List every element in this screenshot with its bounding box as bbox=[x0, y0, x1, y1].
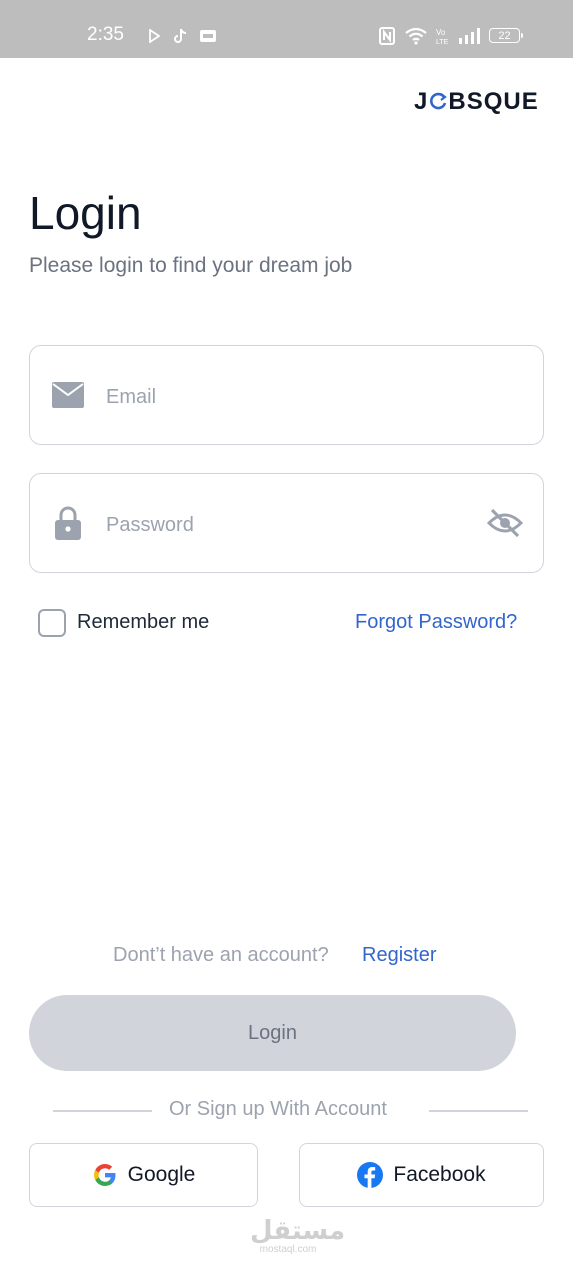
divider-line-right bbox=[429, 1110, 528, 1112]
login-button[interactable]: Login bbox=[29, 995, 516, 1071]
logo-o-icon bbox=[428, 88, 448, 116]
register-link[interactable]: Register bbox=[362, 944, 436, 967]
volte-icon: Vo LTE bbox=[435, 26, 449, 46]
google-button[interactable]: Google bbox=[29, 1143, 258, 1207]
mail-icon bbox=[50, 378, 86, 412]
watermark-arabic: مستقل bbox=[250, 1216, 346, 1246]
password-field[interactable] bbox=[29, 473, 544, 573]
play-icon bbox=[147, 26, 161, 46]
status-bar: 2:35 Vo LTE 22 bbox=[0, 0, 573, 58]
gallery-icon bbox=[199, 26, 217, 46]
logo-text-start: J bbox=[414, 88, 429, 115]
remember-label: Remember me bbox=[77, 611, 210, 633]
nfc-icon bbox=[378, 26, 396, 46]
remember-checkbox[interactable] bbox=[38, 609, 66, 637]
app-logo: J BSQUE bbox=[414, 88, 539, 116]
svg-text:Vo: Vo bbox=[436, 28, 446, 37]
wifi-icon bbox=[404, 26, 428, 46]
divider-text: Or Sign up With Account bbox=[169, 1098, 387, 1120]
watermark-latin: mostaql.com bbox=[259, 1244, 317, 1255]
watermark: مستقل mostaql.com bbox=[250, 1216, 346, 1256]
battery-icon: 22 bbox=[489, 28, 523, 43]
facebook-label: Facebook bbox=[393, 1163, 486, 1186]
tiktok-icon bbox=[172, 26, 188, 46]
logo-text-end: BSQUE bbox=[448, 88, 539, 115]
status-time: 2:35 bbox=[87, 24, 124, 45]
forgot-password-link[interactable]: Forgot Password? bbox=[355, 611, 517, 634]
email-field[interactable] bbox=[29, 345, 544, 445]
password-input[interactable] bbox=[104, 504, 468, 546]
facebook-button[interactable]: Facebook bbox=[299, 1143, 544, 1207]
email-input[interactable] bbox=[104, 376, 468, 418]
svg-text:LTE: LTE bbox=[436, 39, 448, 45]
page-subtitle: Please login to find your dream job bbox=[29, 254, 353, 277]
google-label: Google bbox=[127, 1163, 196, 1186]
divider-line-left bbox=[53, 1110, 152, 1112]
lock-icon bbox=[50, 506, 86, 540]
google-icon bbox=[92, 1162, 118, 1188]
page-title: Login bbox=[29, 187, 142, 239]
eye-off-icon[interactable] bbox=[487, 506, 523, 540]
signal-icon bbox=[457, 26, 481, 46]
no-account-text: Dont’t have an account? bbox=[113, 944, 329, 966]
facebook-icon bbox=[357, 1162, 384, 1188]
